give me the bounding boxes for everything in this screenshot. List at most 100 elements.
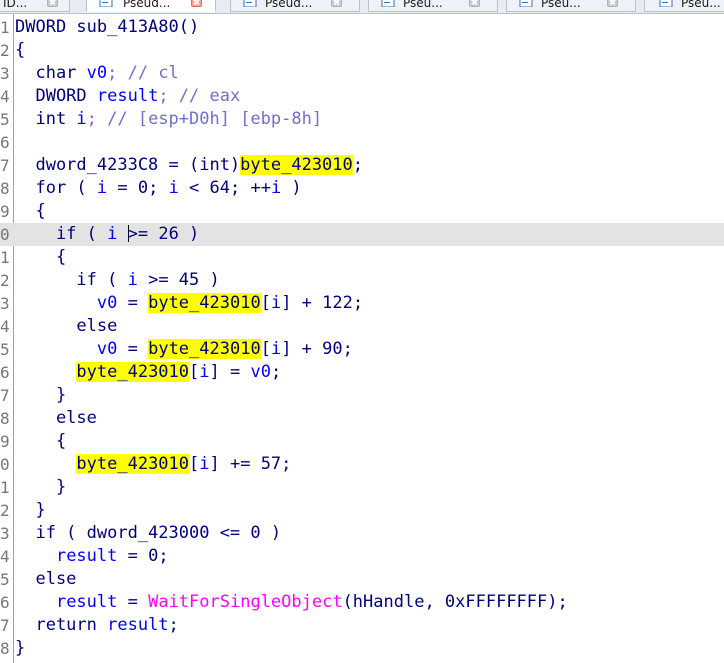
tab-pseudocode[interactable]: Pseud...: [230, 0, 360, 12]
local-variable[interactable]: result: [56, 546, 117, 566]
code-line[interactable]: 6: [0, 131, 724, 154]
tab-pseudocode-active[interactable]: Pseud...: [86, 0, 216, 12]
code-line[interactable]: 8 else: [0, 407, 724, 430]
highlighted-identifier[interactable]: byte_423010: [76, 454, 190, 474]
code-token: =: [117, 293, 149, 313]
code-line[interactable]: 4 else: [0, 315, 724, 338]
highlighted-identifier[interactable]: byte_423010: [148, 339, 261, 359]
local-variable[interactable]: i: [199, 454, 209, 474]
code-text: {: [15, 200, 45, 223]
pseudocode-icon: [381, 0, 395, 7]
code-text: result = WaitForSingleObject(hHandle, 0x…: [15, 591, 568, 614]
local-variable[interactable]: i: [76, 109, 86, 129]
line-number: 8: [0, 409, 10, 428]
code-line[interactable]: 1 DWORD sub_413A80(): [0, 16, 724, 39]
code-line[interactable]: 8 for ( i = 0; i < 64; ++i ): [0, 177, 724, 200]
close-icon[interactable]: [47, 0, 58, 7]
code-line[interactable]: 0 if ( i >= 26 ): [0, 223, 724, 246]
code-line[interactable]: 2 }: [0, 499, 724, 522]
local-variable[interactable]: result: [97, 86, 158, 106]
local-variable[interactable]: i: [169, 178, 179, 198]
local-variable[interactable]: result: [107, 615, 168, 635]
code-token: = 0;: [107, 178, 169, 198]
close-icon[interactable]: [191, 0, 202, 7]
local-variable[interactable]: i: [271, 178, 281, 198]
line-number: 2: [0, 271, 10, 290]
code-line[interactable]: 1 {: [0, 246, 724, 269]
code-token: ;: [270, 362, 282, 382]
code-line[interactable]: 2 if ( i >= 45 ): [0, 269, 724, 292]
highlighted-identifier[interactable]: byte_423010: [240, 155, 353, 175]
code-token: DWORD: [15, 86, 97, 106]
code-line[interactable]: 8}: [0, 637, 724, 660]
code-token: ] + 122;: [281, 293, 364, 313]
code-token: for (: [15, 178, 97, 198]
tab-pseudocode[interactable]: Pseu...: [644, 0, 724, 12]
highlighted-identifier[interactable]: byte_423010: [76, 362, 190, 382]
code-line[interactable]: 4 result = 0;: [0, 545, 724, 568]
code-line[interactable]: 1 }: [0, 476, 724, 499]
code-line[interactable]: 2{: [0, 39, 724, 62]
code-token: ] =: [209, 362, 251, 382]
code-line[interactable]: 5 v0 = byte_423010[i] + 90;: [0, 338, 724, 361]
code-line[interactable]: 3 char v0; // cl: [0, 62, 724, 85]
local-variable[interactable]: v0: [87, 63, 107, 83]
code-comment: ; // cl: [107, 63, 179, 83]
code-line[interactable]: 6 byte_423010[i] = v0;: [0, 361, 724, 384]
code-text: else: [15, 568, 76, 591]
local-variable[interactable]: i: [128, 270, 138, 290]
line-number: 3: [0, 294, 10, 313]
highlighted-identifier[interactable]: byte_423010: [148, 293, 261, 313]
code-line[interactable]: 3 v0 = byte_423010[i] + 122;: [0, 292, 724, 315]
local-variable[interactable]: result: [56, 592, 117, 612]
local-variable[interactable]: i: [199, 362, 209, 382]
code-token: [: [189, 362, 200, 382]
line-number: 3: [0, 524, 10, 543]
close-icon[interactable]: [331, 0, 342, 7]
pseudocode-icon: [99, 0, 113, 7]
tab-ida-view[interactable]: ID...: [0, 0, 70, 12]
code-line[interactable]: 5 else: [0, 568, 724, 591]
local-variable[interactable]: i: [271, 339, 281, 359]
tab-label: Pseu...: [681, 0, 721, 10]
close-icon[interactable]: [607, 0, 618, 7]
code-line[interactable]: 6 result = WaitForSingleObject(hHandle, …: [0, 591, 724, 614]
code-line[interactable]: 9 {: [0, 430, 724, 453]
code-token: ;: [352, 155, 364, 175]
local-variable[interactable]: i: [107, 224, 117, 244]
code-line[interactable]: 0 byte_423010[i] += 57;: [0, 453, 724, 476]
code-text: else: [15, 407, 97, 430]
code-line[interactable]: 5 int i; // [esp+D0h] [ebp-8h]: [0, 108, 724, 131]
line-number: 6: [0, 363, 10, 382]
tab-pseudocode[interactable]: Pseu...: [368, 0, 498, 12]
local-variable[interactable]: i: [271, 293, 281, 313]
close-icon[interactable]: [469, 0, 480, 7]
api-call[interactable]: WaitForSingleObject: [148, 592, 342, 612]
global-name: dword_4233C8 = (int): [15, 155, 241, 175]
code-line[interactable]: 3 if ( dword_423000 <= 0 ): [0, 522, 724, 545]
local-variable[interactable]: v0: [97, 293, 117, 313]
code-line[interactable]: 4 DWORD result; // eax: [0, 85, 724, 108]
code-text: }: [15, 384, 66, 407]
code-line[interactable]: 7 }: [0, 384, 724, 407]
code-line[interactable]: 9 {: [0, 200, 724, 223]
code-line[interactable]: 7 dword_4233C8 = (int)byte_423010;: [0, 154, 724, 177]
code-token: =: [117, 592, 149, 612]
code-text: {: [15, 430, 66, 453]
local-variable[interactable]: i: [97, 178, 107, 198]
local-variable[interactable]: v0: [250, 362, 270, 382]
tab-pseudocode[interactable]: Pseu...: [506, 0, 636, 12]
line-number: 9: [0, 432, 10, 451]
code-token: }: [15, 500, 46, 520]
pseudocode-view[interactable]: 1 DWORD sub_413A80() 2{3 char v0; // cl 4 D…: [0, 14, 724, 663]
code-line[interactable]: 7 return result;: [0, 614, 724, 637]
code-text: {: [15, 39, 25, 62]
pseudocode-icon: [659, 0, 673, 7]
local-variable[interactable]: v0: [97, 339, 117, 359]
tab-label: Pseu...: [541, 0, 581, 10]
line-number: 6: [0, 133, 10, 152]
code-text: int i; // [esp+D0h] [ebp-8h]: [15, 108, 322, 131]
code-token: [: [260, 339, 271, 359]
code-token: else: [15, 316, 118, 336]
